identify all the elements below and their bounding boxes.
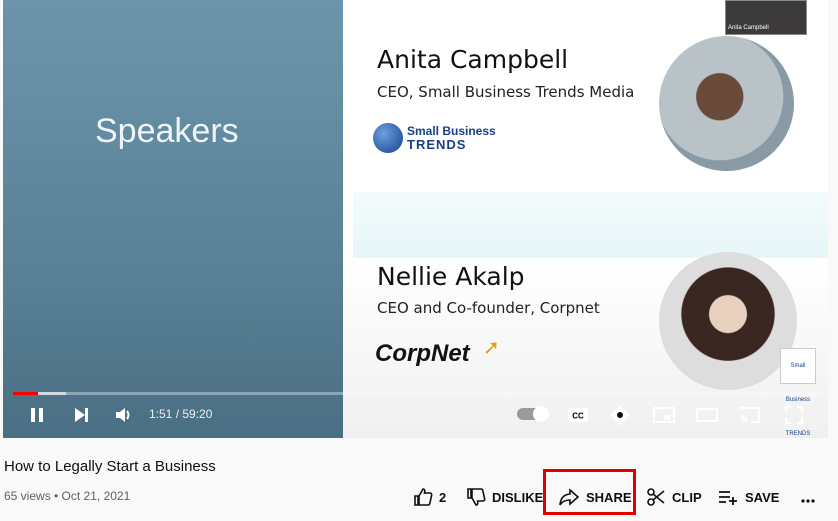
- autoplay-toggle[interactable]: [517, 406, 549, 422]
- webcam-label: Anita Campbell: [728, 25, 769, 31]
- slide-heading: Speakers: [95, 112, 239, 150]
- scissors-icon: [647, 488, 665, 506]
- theater-icon[interactable]: [695, 403, 719, 427]
- svg-text:CC: CC: [572, 412, 584, 421]
- globe-icon: [373, 123, 403, 153]
- webcam-overlay: Anita Campbell: [725, 0, 807, 35]
- slide-content: Anita Campbell CEO, Small Business Trend…: [343, 0, 828, 438]
- playlist-add-icon: [719, 491, 737, 505]
- dislike-label: DISLIKE: [492, 489, 544, 505]
- settings-icon[interactable]: [608, 403, 632, 427]
- cast-icon[interactable]: [738, 403, 762, 427]
- corpnet-logo: CorpNet: [375, 340, 470, 367]
- volume-icon[interactable]: [112, 403, 136, 427]
- cc-icon[interactable]: CC: [566, 403, 590, 427]
- video-meta: 65 views • Oct 21, 2021: [4, 489, 131, 503]
- progress-bar[interactable]: [13, 392, 818, 395]
- logo-line2: TRENDS: [407, 137, 467, 152]
- clip-button[interactable]: CLIP: [646, 485, 702, 509]
- speaker2-name: Nellie Akalp: [377, 262, 525, 291]
- next-icon[interactable]: [69, 403, 93, 427]
- autoplay-knob: [533, 406, 549, 422]
- small-business-trends-logo: Small Business TRENDS: [373, 123, 496, 153]
- slide-band: [353, 192, 828, 258]
- progress-played: [13, 392, 38, 395]
- speaker2-role: CEO and Co-founder, Corpnet: [377, 299, 600, 317]
- miniplayer-icon[interactable]: [652, 403, 676, 427]
- speaker1-name: Anita Campbell: [377, 45, 569, 74]
- video-player[interactable]: Speakers Anita Campbell CEO, Small Busin…: [3, 0, 828, 438]
- like-count: 2: [439, 489, 447, 505]
- save-label: SAVE: [745, 489, 780, 505]
- save-button[interactable]: SAVE: [717, 485, 779, 509]
- corner-logo: Small Business TRENDS: [780, 348, 816, 437]
- speaker1-role: CEO, Small Business Trends Media: [377, 83, 635, 101]
- pause-icon[interactable]: [25, 403, 49, 427]
- time-display: 1:51 / 59:20: [149, 407, 213, 421]
- more-actions-button[interactable]: [800, 485, 816, 509]
- dislike-button[interactable]: DISLIKE: [466, 485, 543, 509]
- like-button[interactable]: 2: [413, 485, 446, 509]
- thumbs-up-icon: [414, 488, 433, 506]
- corpnet-arrow-icon: ➚: [483, 337, 500, 359]
- share-highlight-box: [543, 469, 636, 515]
- clip-label: CLIP: [672, 489, 702, 505]
- thumbs-down-icon: [467, 488, 486, 506]
- speaker2-photo: [659, 252, 797, 390]
- slide-left-panel: Speakers: [3, 0, 343, 438]
- speaker1-photo: [659, 36, 794, 171]
- more-horizontal-icon: [801, 499, 815, 503]
- fullscreen-icon[interactable]: [782, 403, 806, 427]
- video-title: How to Legally Start a Business: [4, 458, 216, 475]
